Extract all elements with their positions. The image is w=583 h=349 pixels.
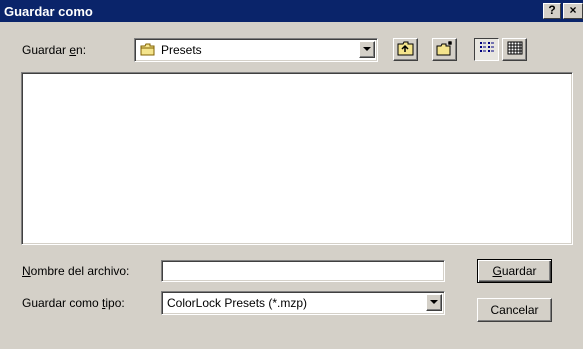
list-view-button[interactable]: [474, 38, 499, 61]
filetype-value: ColorLock Presets (*.mzp): [167, 296, 308, 310]
chevron-down-icon[interactable]: [426, 294, 442, 311]
list-view-icon: [479, 41, 495, 58]
chevron-down-icon[interactable]: [359, 41, 375, 58]
details-view-button[interactable]: [502, 38, 527, 61]
filename-input[interactable]: [161, 260, 445, 282]
cancel-button[interactable]: Cancelar: [477, 298, 552, 322]
folder-icon: [140, 43, 156, 56]
close-button[interactable]: ×: [563, 3, 583, 19]
filetype-combobox[interactable]: ColorLock Presets (*.mzp): [161, 291, 445, 315]
new-folder-button[interactable]: [432, 38, 457, 61]
new-folder-icon: [436, 40, 454, 59]
up-folder-button[interactable]: [393, 38, 418, 61]
details-view-icon: [507, 41, 523, 58]
save-in-combobox[interactable]: Presets: [134, 38, 378, 62]
save-in-label: Guardar en:: [22, 43, 87, 57]
filetype-label: Guardar como tipo:: [22, 296, 125, 310]
filename-label: Nombre del archivo:: [22, 264, 130, 278]
window-title: Guardar como: [4, 3, 93, 19]
save-in-value: Presets: [161, 43, 202, 57]
file-list[interactable]: [21, 72, 573, 245]
save-button[interactable]: Guardar: [477, 259, 552, 283]
up-folder-icon: [397, 41, 415, 59]
title-bar: Guardar como ? ×: [0, 0, 583, 22]
help-button[interactable]: ?: [543, 3, 561, 19]
